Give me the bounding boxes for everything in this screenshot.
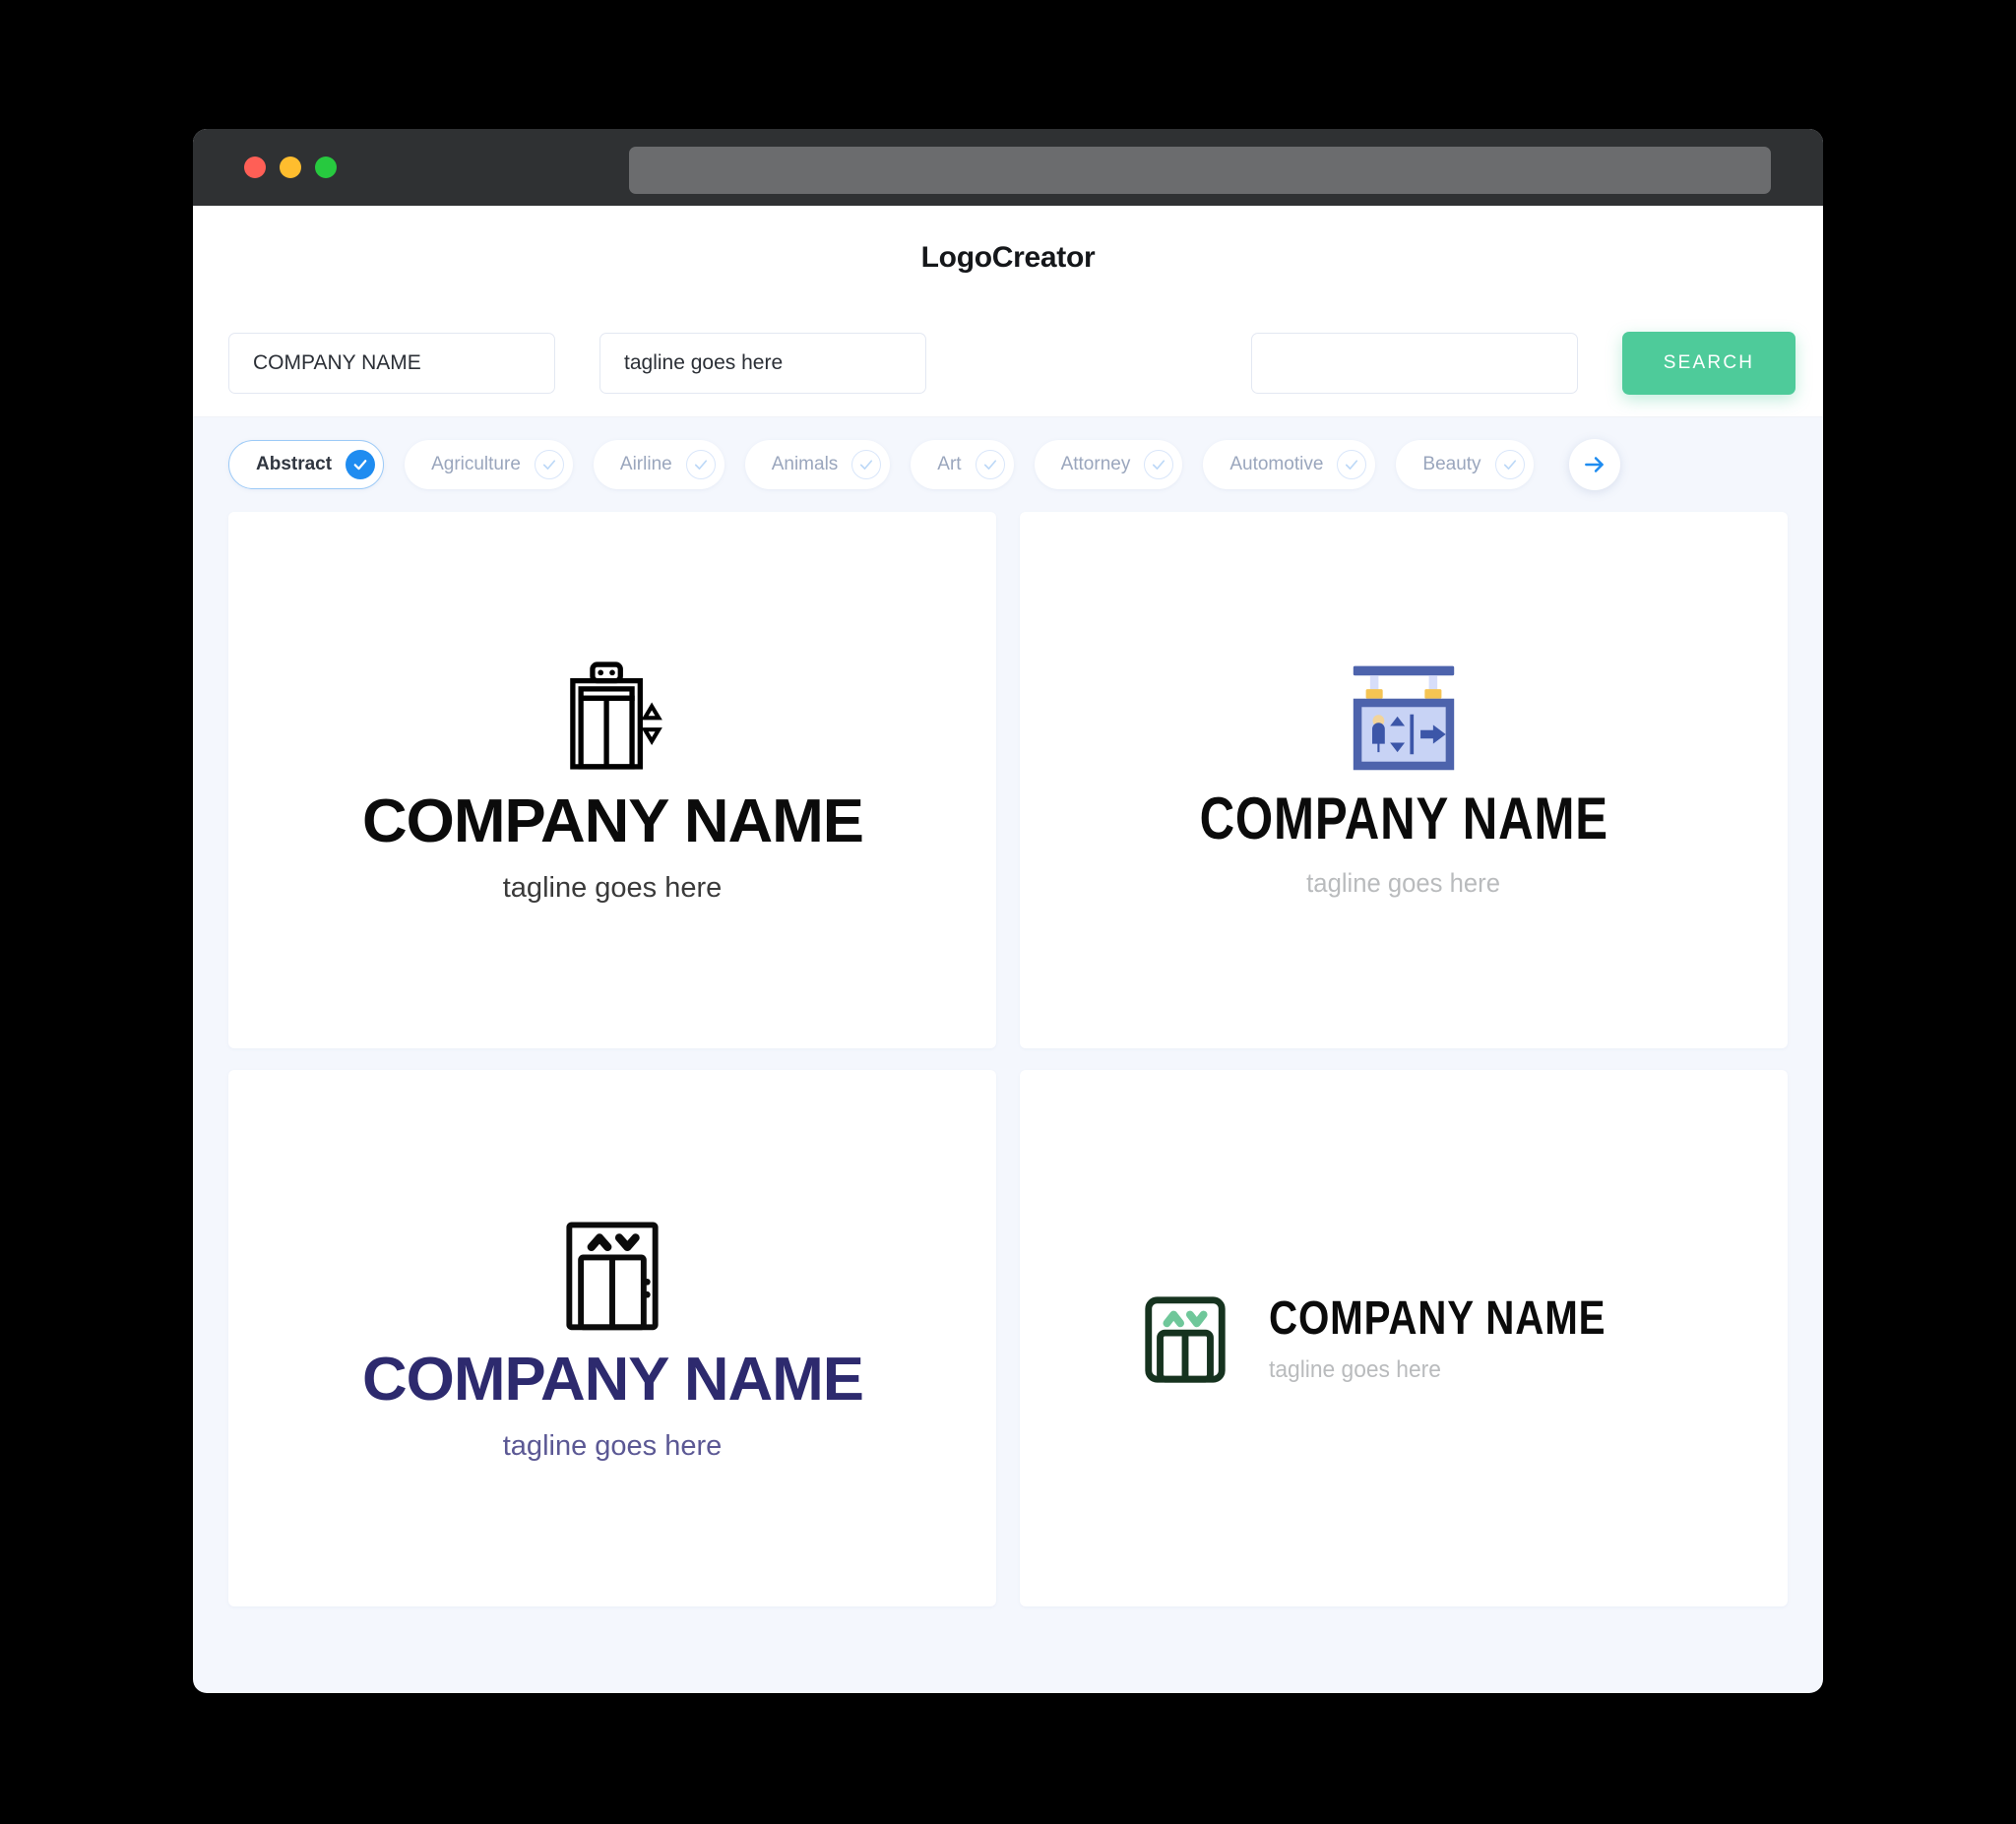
elevator-hanging-sign-icon xyxy=(1353,665,1455,771)
logo-company-name: COMPANY NAME xyxy=(361,1346,864,1414)
logo-preview: COMPANY NAME tagline goes here xyxy=(362,658,863,904)
search-toolbar: SEARCH xyxy=(193,309,1823,417)
tagline-input[interactable] xyxy=(599,332,926,394)
categories-next-button[interactable] xyxy=(1569,439,1620,490)
elevator-green-icon xyxy=(1145,1295,1226,1383)
logo-results-grid: COMPANY NAME tagline goes here COMPANY N… xyxy=(193,512,1823,1606)
minimize-window-button[interactable] xyxy=(280,157,301,178)
check-circle-icon xyxy=(975,450,1005,479)
logo-preview: COMPANY NAME tagline goes here xyxy=(362,1216,863,1462)
keyword-input[interactable] xyxy=(1251,332,1578,394)
logo-result-card[interactable]: COMPANY NAME tagline goes here xyxy=(228,1070,996,1606)
category-chip-animals[interactable]: Animals xyxy=(744,440,891,489)
logo-company-name: COMPANY NAME xyxy=(1199,786,1608,851)
company-name-input[interactable] xyxy=(228,332,555,394)
category-chip-abstract[interactable]: Abstract xyxy=(228,440,385,489)
logo-result-card[interactable]: COMPANY NAME tagline goes here xyxy=(1020,512,1788,1048)
elevator-outline-icon xyxy=(570,661,662,770)
check-circle-icon xyxy=(534,450,564,479)
logo-tagline: tagline goes here xyxy=(1269,1355,1442,1383)
logo-preview: COMPANY NAME tagline goes here xyxy=(1155,663,1653,897)
maximize-window-button[interactable] xyxy=(315,157,337,178)
browser-window: LogoCreator SEARCH Abstract Agriculture Ai… xyxy=(193,129,1823,1693)
logo-result-card[interactable]: COMPANY NAME tagline goes here xyxy=(228,512,996,1048)
category-chip-label: Agriculture xyxy=(431,454,521,474)
category-chip-label: Automotive xyxy=(1229,454,1324,474)
logo-tagline: tagline goes here xyxy=(502,872,723,904)
category-chip-automotive[interactable]: Automotive xyxy=(1203,440,1376,489)
logo-result-card[interactable]: COMPANY NAME tagline goes here xyxy=(1020,1070,1788,1606)
category-chip-label: Airline xyxy=(619,454,672,474)
search-button[interactable]: SEARCH xyxy=(1622,331,1796,395)
page-title: LogoCreator xyxy=(920,240,1096,274)
category-chip-label: Art xyxy=(937,454,962,474)
check-circle-icon xyxy=(851,450,882,479)
arrow-right-icon xyxy=(1585,457,1604,472)
logo-tagline: tagline goes here xyxy=(1306,868,1501,898)
category-chip-airline[interactable]: Airline xyxy=(593,440,724,489)
logo-tagline: tagline goes here xyxy=(502,1430,723,1462)
address-bar[interactable] xyxy=(629,147,1771,194)
category-chip-beauty[interactable]: Beauty xyxy=(1396,440,1534,489)
logo-company-name: COMPANY NAME xyxy=(361,787,864,855)
category-chip-label: Animals xyxy=(771,454,839,474)
category-chip-agriculture[interactable]: Agriculture xyxy=(405,440,573,489)
category-chip-label: Attorney xyxy=(1060,454,1131,474)
close-window-button[interactable] xyxy=(244,157,266,178)
category-chip-attorney[interactable]: Attorney xyxy=(1034,440,1183,489)
window-titlebar xyxy=(193,129,1823,206)
elevator-chevrons-icon xyxy=(566,1222,659,1331)
traffic-light-buttons xyxy=(244,157,337,178)
logo-preview: COMPANY NAME tagline goes here xyxy=(1137,1290,1670,1387)
category-chip-label: Beauty xyxy=(1422,454,1481,474)
check-circle-icon xyxy=(1337,450,1367,479)
check-circle-icon xyxy=(685,450,716,479)
check-circle-icon xyxy=(1494,450,1525,479)
category-filter-bar: Abstract Agriculture Airline Animals Art Atto… xyxy=(193,417,1823,512)
check-circle-icon xyxy=(1144,450,1174,479)
app-header: LogoCreator xyxy=(193,206,1823,309)
logo-company-name: COMPANY NAME xyxy=(1269,1291,1606,1345)
check-circle-icon xyxy=(346,450,376,479)
category-chip-art[interactable]: Art xyxy=(911,440,1014,489)
category-chip-label: Abstract xyxy=(256,454,333,474)
